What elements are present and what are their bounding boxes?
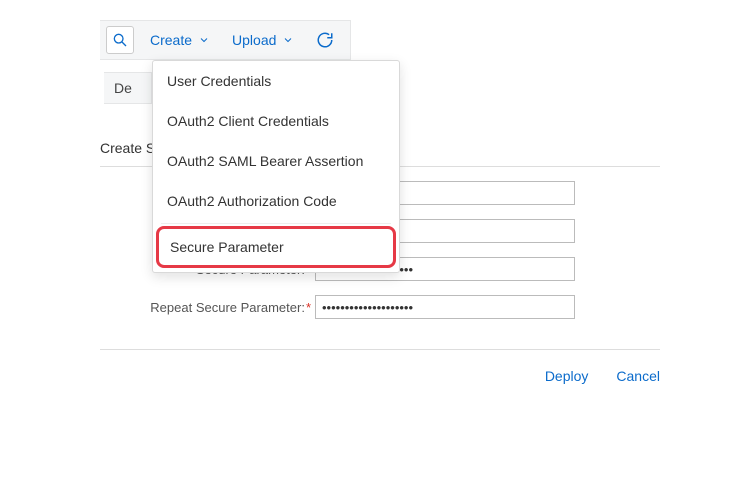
- toolbar: Create Upload: [100, 20, 351, 60]
- search-button[interactable]: [106, 26, 134, 54]
- dropdown-item-oauth2-authcode[interactable]: OAuth2 Authorization Code: [153, 181, 399, 221]
- search-icon: [112, 32, 128, 48]
- repeat-secure-parameter-input[interactable]: [315, 295, 575, 319]
- deploy-button[interactable]: Deploy: [545, 368, 589, 384]
- dropdown-item-secure-parameter[interactable]: Secure Parameter: [156, 226, 396, 268]
- chevron-down-icon: [198, 34, 210, 46]
- label-repeat-secure-param: Repeat Secure Parameter:*: [100, 300, 315, 315]
- dropdown-item-user-credentials[interactable]: User Credentials: [153, 61, 399, 101]
- dropdown-item-oauth2-saml[interactable]: OAuth2 SAML Bearer Assertion: [153, 141, 399, 181]
- create-label: Create: [150, 32, 192, 48]
- cancel-button[interactable]: Cancel: [616, 368, 660, 384]
- upload-button[interactable]: Upload: [232, 32, 294, 48]
- refresh-button[interactable]: [316, 31, 334, 49]
- toolbar-area: Create Upload De User Credentials OAuth2…: [100, 20, 351, 60]
- create-dropdown: User Credentials OAuth2 Client Credentia…: [152, 60, 400, 273]
- row-repeat-secure-param: Repeat Secure Parameter:*: [100, 295, 660, 319]
- dropdown-separator: [161, 223, 391, 224]
- dropdown-item-oauth2-client[interactable]: OAuth2 Client Credentials: [153, 101, 399, 141]
- refresh-icon: [316, 31, 334, 49]
- create-button[interactable]: Create: [150, 32, 210, 48]
- upload-label: Upload: [232, 32, 276, 48]
- form-buttons: Deploy Cancel: [100, 349, 660, 384]
- chevron-down-icon: [282, 34, 294, 46]
- de-stub: De: [104, 72, 152, 104]
